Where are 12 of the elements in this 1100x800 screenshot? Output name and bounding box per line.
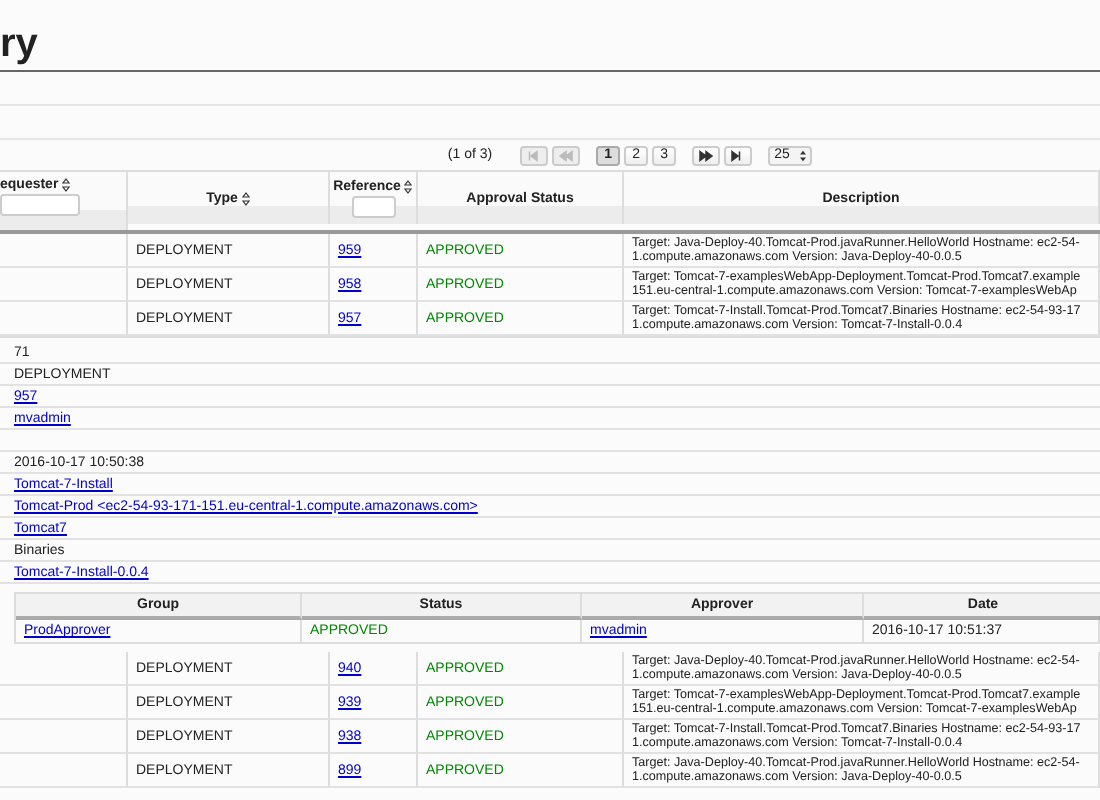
column-filter-field[interactable]: [0, 194, 80, 216]
sort-icon[interactable]: [241, 191, 250, 205]
sort-icon[interactable]: [404, 179, 413, 193]
rewind-icon: [558, 149, 575, 161]
column-filter-field[interactable]: [351, 195, 395, 217]
skip-back-icon: [526, 149, 543, 161]
next-page-button[interactable]: [692, 145, 721, 165]
page-title: ry: [0, 20, 38, 68]
fast-forward-icon: [698, 149, 715, 161]
last-page-button[interactable]: [724, 145, 753, 165]
sort-icon[interactable]: [62, 178, 71, 192]
up-down-caret-icon: [800, 149, 807, 161]
